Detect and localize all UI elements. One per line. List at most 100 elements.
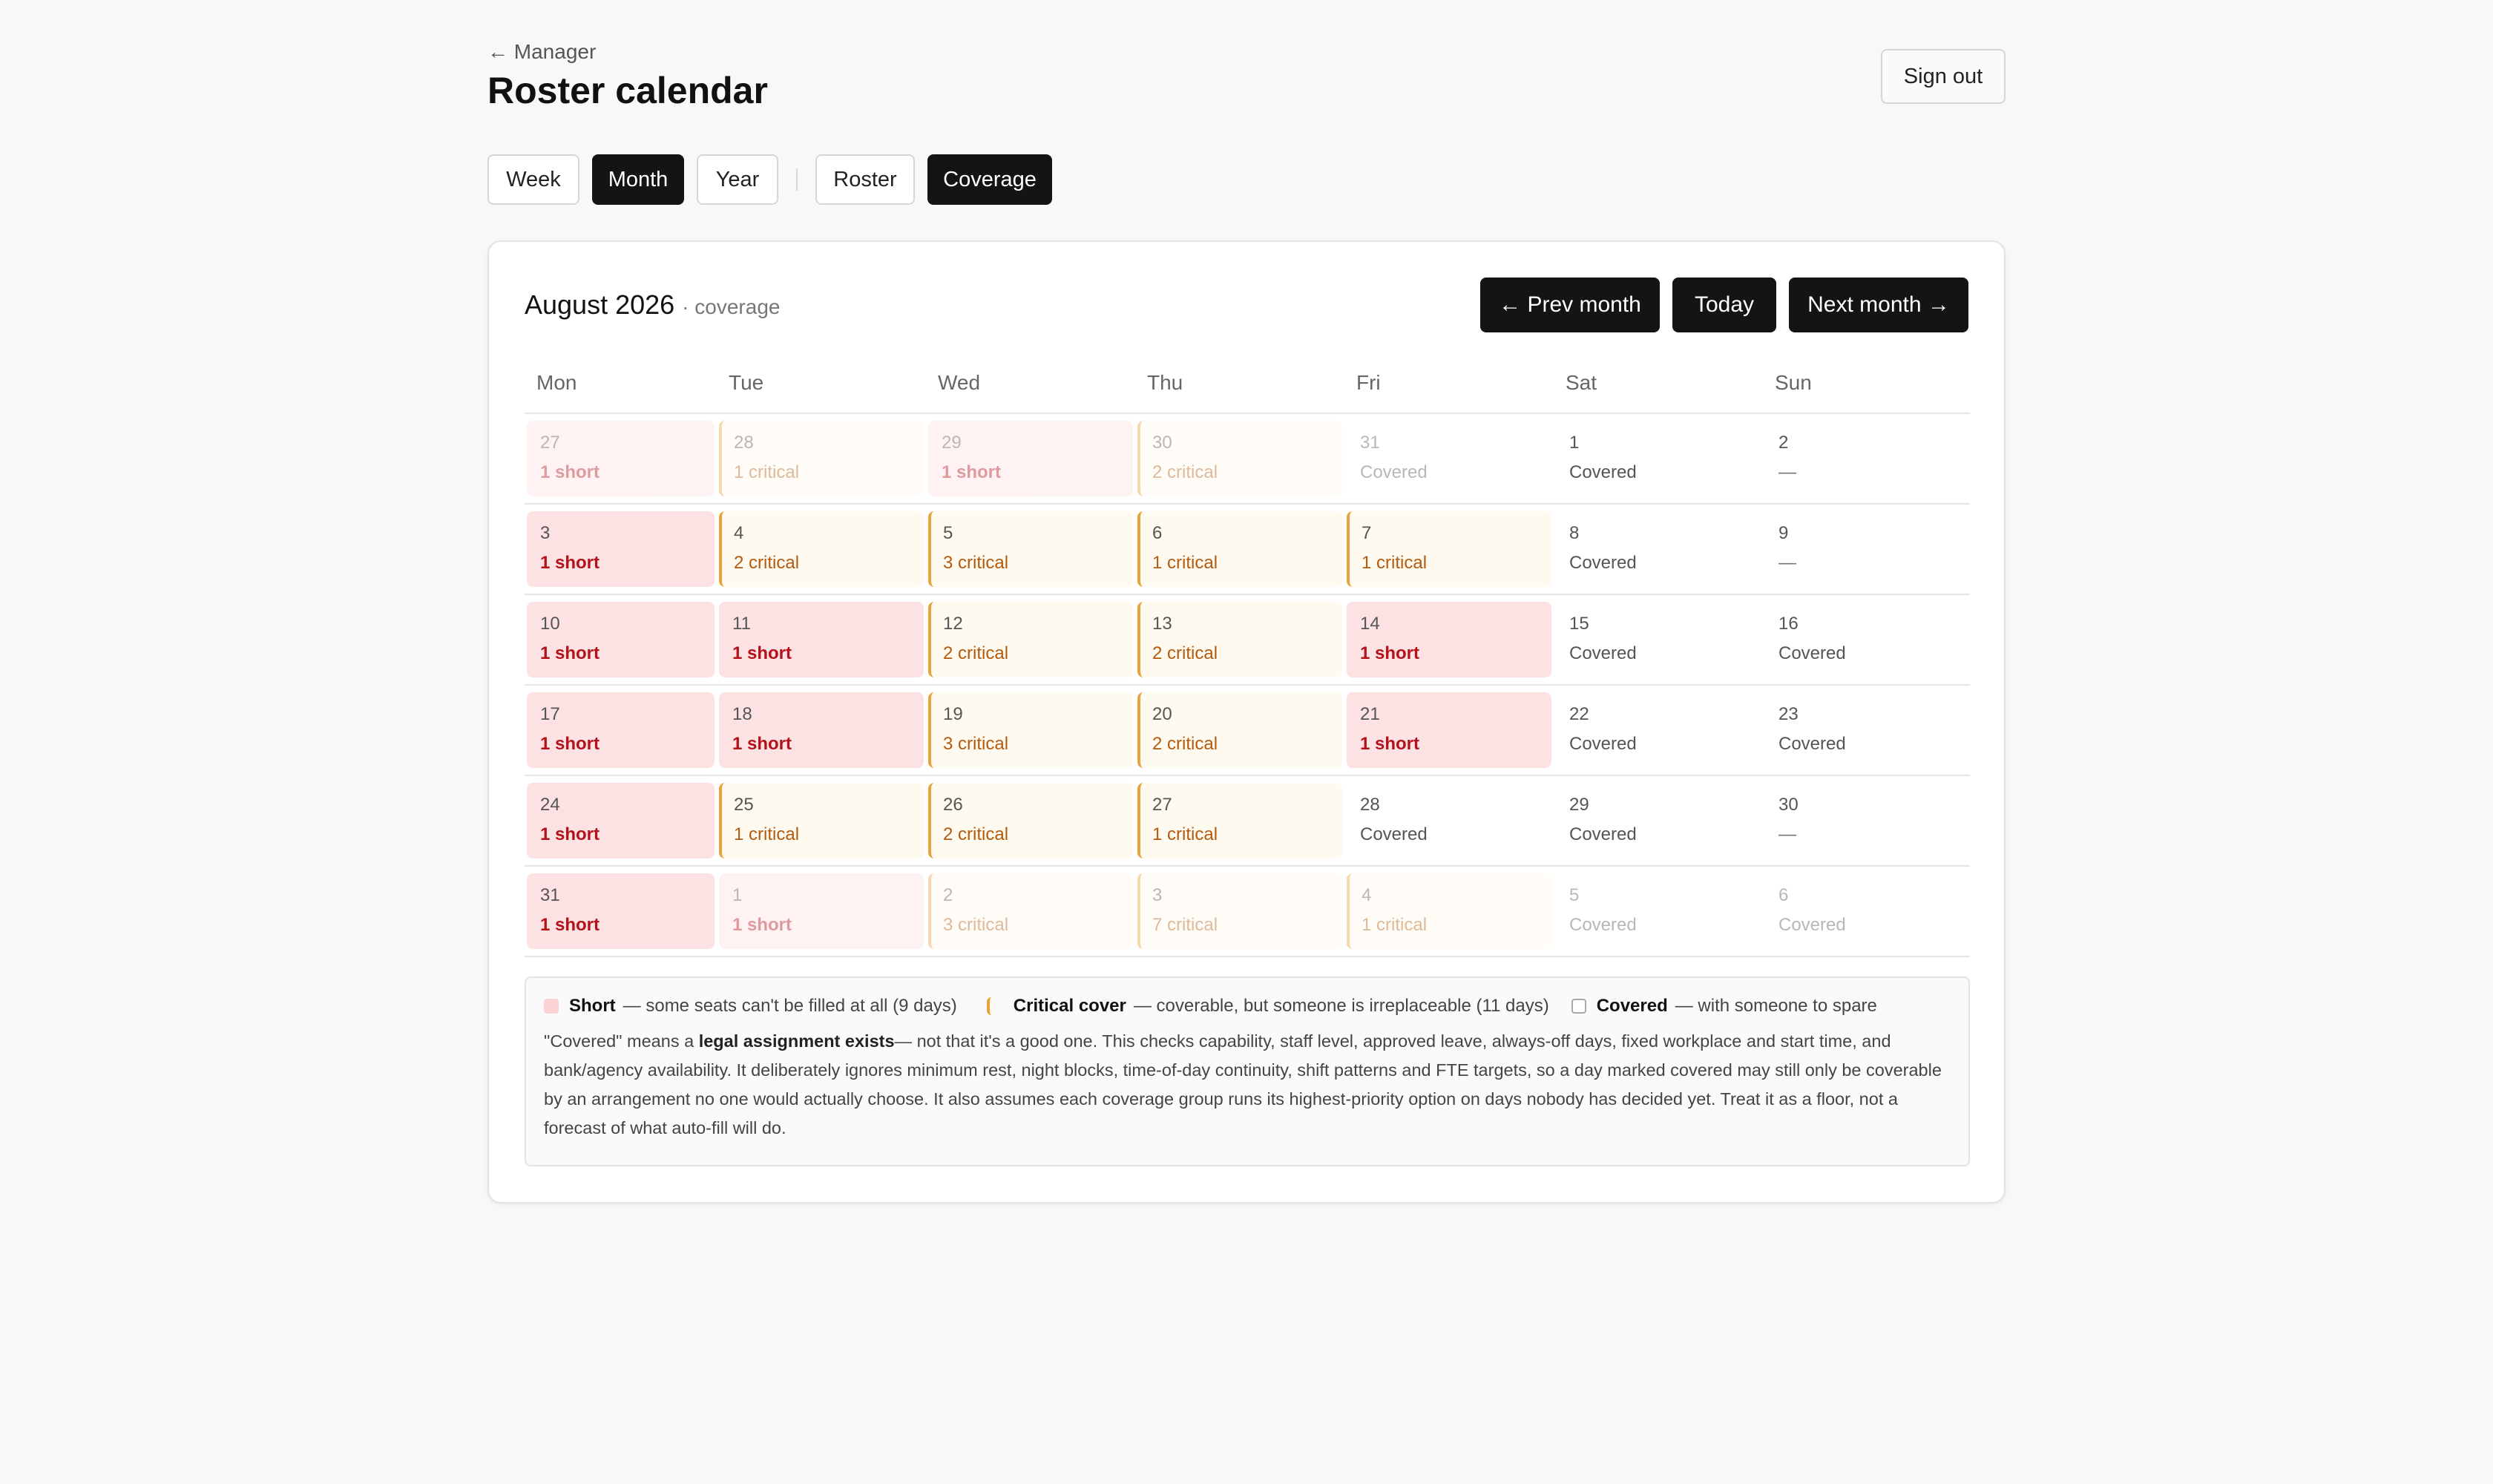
calendar-day-cell[interactable]: 16 Covered [1765,602,1968,677]
day-coverage-status: 1 critical [1362,915,1428,935]
day-number: 24 [540,795,560,815]
calendar-day-cell[interactable]: 26 2 critical [928,783,1133,858]
today-button[interactable]: Today [1672,278,1776,332]
day-coverage-status: 1 critical [734,462,800,482]
calendar-day-cell[interactable]: 2— [1765,421,1968,496]
day-coverage-status: 3 critical [943,734,1009,754]
day-number: 3 [540,523,551,543]
day-number: 29 [1569,795,1589,815]
week-row: 10 1 short 11 1 short 12 2 critical 13 2 critic… [525,595,1970,686]
legend-row: Short — some seats can't be filled at al… [544,994,1951,1018]
calendar-day-cell[interactable]: 1 1 short [719,873,924,949]
calendar-day-cell[interactable]: 3 7 critical [1137,873,1342,949]
calendar-day-cell[interactable]: 17 1 short [527,692,715,768]
calendar-day-cell[interactable]: 4 1 critical [1347,873,1551,949]
sign-out-button[interactable]: Sign out [1881,49,2006,104]
calendar-day-cell[interactable]: 10 1 short [527,602,715,677]
calendar-day-cell[interactable]: 15 Covered [1556,602,1761,677]
weekday-header-row: Mon Tue Wed Thu Fri Sat Sun [525,361,1970,414]
calendar-day-cell[interactable]: 30 — [1765,783,1968,858]
day-coverage-status: 3 critical [943,915,1009,935]
day-coverage-status: 2 critical [943,824,1009,844]
day-coverage-status: Covered [1778,643,1846,663]
calendar-day-cell[interactable]: 31 1 short [527,873,715,949]
prev-month-button[interactable]: ← Prev month [1480,278,1660,332]
coverage-legend: Short — some seats can't be filled at al… [525,976,1970,1166]
day-number: 30 [1152,433,1172,453]
calendar-day-cell[interactable]: 5 Covered [1556,873,1761,949]
calendar-day-cell[interactable]: 23 Covered [1765,692,1968,768]
calendar-day-cell[interactable]: 4 2 critical [719,511,924,587]
day-coverage-status: Covered [1569,915,1637,935]
legend-covered-label: Covered [1596,996,1668,1016]
next-month-button[interactable]: Next month → [1789,278,1968,332]
calendar-day-cell[interactable]: 9— [1765,511,1968,587]
day-coverage-status: Covered [1569,553,1637,573]
calendar-day-cell[interactable]: 18 1 short [719,692,924,768]
legend-short-label: Short [569,996,616,1016]
calendar-day-cell[interactable]: 13 2 critical [1137,602,1342,677]
calendar-day-cell[interactable]: 29 Covered [1556,783,1761,858]
calendar-day-cell[interactable]: 21 1 short [1347,692,1551,768]
calendar-day-cell[interactable]: 2 3 critical [928,873,1133,949]
tab-year[interactable]: Year [697,154,778,205]
month-heading: August 2026 · coverage [525,289,780,321]
back-to-manager-link[interactable]: ← Manager [487,40,596,64]
calendar-day-cell[interactable]: 20 2 critical [1137,692,1342,768]
day-coverage-status: 1 short [1360,734,1420,754]
day-coverage-status: 2 critical [1152,734,1218,754]
week-row: 17 1 short 18 1 short 19 3 critical 20 2 critic… [525,686,1970,776]
calendar-day-cell[interactable]: 30 2 critical [1137,421,1342,496]
tab-divider [796,168,798,191]
day-number: 5 [943,523,953,543]
day-coverage-status: 1 short [540,643,600,663]
day-coverage-status: 1 short [540,462,600,482]
calendar-day-cell[interactable]: 31 Covered [1347,421,1551,496]
view-tabs: Week Month Year Roster Coverage [487,154,1065,205]
calendar-day-cell[interactable]: 8 Covered [1556,511,1761,587]
calendar-day-cell[interactable]: 25 1 critical [719,783,924,858]
day-coverage-status: 1 short [540,734,600,754]
day-number: 30 [1778,795,1799,815]
calendar-day-cell[interactable]: 7 1 critical [1347,511,1551,587]
month-label: August 2026 [525,289,675,320]
calendar-day-cell[interactable]: 1 Covered [1556,421,1761,496]
calendar-day-cell[interactable]: 24 1 short [527,783,715,858]
calendar-day-cell[interactable]: 12 2 critical [928,602,1133,677]
day-coverage-status: 1 short [540,824,600,844]
tab-roster[interactable]: Roster [815,154,915,205]
calendar-day-cell[interactable]: 27 1 critical [1137,783,1342,858]
calendar-day-cell[interactable]: 5 3 critical [928,511,1133,587]
weekday-sat: Sat [1566,371,1597,394]
day-number: 2 [943,885,953,905]
calendar-day-cell[interactable]: 27 1 short [527,421,715,496]
calendar-day-cell[interactable]: 14 1 short [1347,602,1551,677]
calendar-day-cell[interactable]: 6 Covered [1765,873,1968,949]
note-bold: legal assignment exists [698,1031,895,1051]
calendar-day-cell[interactable]: 3 1 short [527,511,715,587]
day-number: 22 [1569,704,1589,724]
day-number: 2 [1778,433,1789,453]
day-coverage-status: 2 critical [734,553,800,573]
day-number: 31 [540,885,560,905]
calendar-day-cell[interactable]: 11 1 short [719,602,924,677]
day-coverage-status: Covered [1360,462,1428,482]
calendar-day-cell[interactable]: 28 1 critical [719,421,924,496]
day-number: 19 [943,704,963,724]
calendar-day-cell[interactable]: 29 1 short [928,421,1133,496]
tab-week[interactable]: Week [487,154,579,205]
day-number: 13 [1152,614,1172,634]
calendar-day-cell[interactable]: 6 1 critical [1137,511,1342,587]
legend-covered-text: — with someone to spare [1675,996,1877,1016]
calendar-day-cell[interactable]: 28 Covered [1347,783,1551,858]
legend-critical-text: — coverable, but someone is irreplaceabl… [1133,996,1549,1016]
week-row: 3 1 short 4 2 critical 5 3 critical 6 1 critica… [525,505,1970,595]
day-coverage-status: Covered [1569,643,1637,663]
day-number: 11 [732,614,751,634]
day-number: 26 [943,795,963,815]
calendar-day-cell[interactable]: 19 3 critical [928,692,1133,768]
tab-coverage[interactable]: Coverage [927,154,1052,205]
tab-month[interactable]: Month [592,154,684,205]
calendar-card: August 2026 · coverage ← Prev month Today… [487,240,2006,1204]
calendar-day-cell[interactable]: 22 Covered [1556,692,1761,768]
